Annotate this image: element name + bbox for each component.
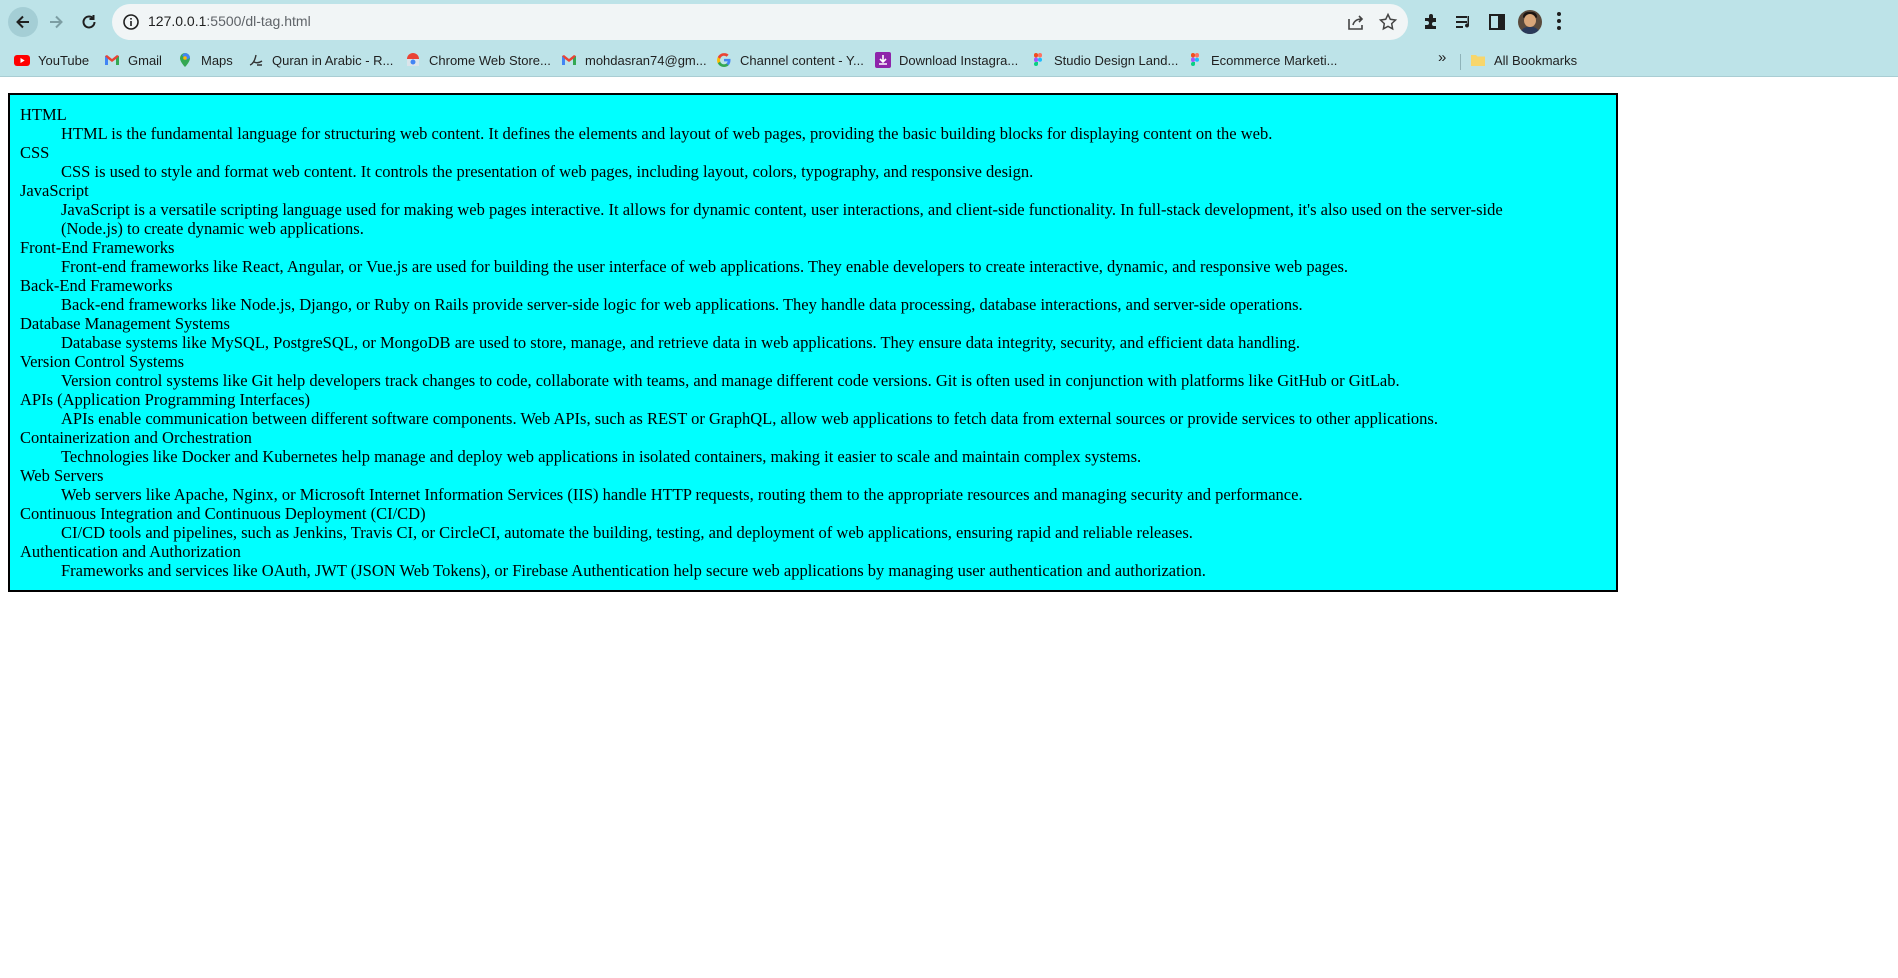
term-7: APIs (Application Programming Interfaces… [20,390,311,409]
term-0: HTML [20,105,67,124]
term-10: Continuous Integration and Continuous De… [20,504,426,523]
bookmark-label: Chrome Web Store... [429,52,551,68]
url-host: 127.0.0.1 [148,13,207,29]
arrow-right-icon [50,15,63,29]
url-path: :5500/dl-tag.html [206,13,311,29]
page-viewport: HTML HTML is the fundamental language for… [0,77,1898,978]
quran-icon [249,54,263,66]
download-icon [875,52,891,68]
bookmark-chrome-web-store[interactable]: Chrome Web Store... [405,50,551,70]
term-2: JavaScript [20,181,89,200]
term-6: Version Control Systems [20,352,185,371]
definition-8: Technologies like Docker and Kubernetes … [61,447,1142,466]
term-8: Containerization and Orchestration [20,428,252,447]
bookmarks-bar: YouTube Gmail Maps Quran in Arabic - R..… [0,44,1898,77]
definition-3: Front-end frameworks like React, Angular… [61,257,1349,276]
definition-6: Version control systems like Git help de… [61,371,1400,390]
menu-kebab-icon[interactable] [1556,12,1562,32]
url-text[interactable]: 127.0.0.1:5500/dl-tag.html [148,13,311,29]
definition-9: Web servers like Apache, Nginx, or Micro… [61,485,1303,504]
all-bookmarks-folder[interactable]: All Bookmarks [1470,50,1577,70]
site-info-icon[interactable] [122,13,140,31]
definition-2: JavaScript is a versatile scripting lang… [61,200,1503,238]
side-panel-icon [1489,14,1505,30]
definition-11: Frameworks and services like OAuth, JWT … [61,561,1206,580]
definition-5: Database systems like MySQL, PostgreSQL,… [61,333,1300,352]
term-11: Authentication and Authorization [20,542,241,561]
media-controls-button[interactable] [1453,11,1475,33]
bookmark-label: Studio Design Land... [1054,52,1179,68]
profile-avatar[interactable] [1518,10,1542,34]
more-bookmarks-button[interactable]: » [1438,49,1446,66]
bookmark-studio-design[interactable]: Studio Design Land... [1030,50,1178,70]
bookmark-ecommerce[interactable]: Ecommerce Marketi... [1187,50,1337,70]
term-3: Front-End Frameworks [20,238,175,257]
bookmark-mohdasran[interactable]: mohdasran74@gm... [561,50,707,70]
bookmark-label: Ecommerce Marketi... [1211,52,1338,68]
figma-icon [1191,53,1199,66]
arrow-left-icon [16,15,29,29]
term-4: Back-End Frameworks [20,276,173,295]
bookmarks-divider [1460,54,1461,70]
definition-0: HTML is the fundamental language for str… [61,124,1273,143]
gmail-icon [562,55,576,65]
bookmark-download-instagram[interactable]: Download Instagra... [875,50,1018,70]
forward-button[interactable] [41,7,71,37]
term-5: Database Management Systems [20,314,230,333]
reload-button[interactable] [74,7,104,37]
extensions-button[interactable] [1420,11,1442,33]
bookmark-youtube[interactable]: YouTube [14,50,89,70]
bookmark-label: Quran in Arabic - R... [272,52,394,68]
gmail-icon [105,55,119,65]
back-button[interactable] [8,7,38,37]
definition-10: CI/CD tools and pipelines, such as Jenki… [61,523,1193,542]
definition-7: APIs enable communication between differ… [61,409,1438,428]
all-bookmarks-label: All Bookmarks [1494,52,1578,68]
bookmark-label: Gmail [128,52,162,68]
maps-icon [180,53,190,67]
bookmark-gmail[interactable]: Gmail [104,50,162,70]
definition-list: HTML HTML is the fundamental language for… [8,93,1618,592]
bookmark-quran[interactable]: Quran in Arabic - R... [248,50,393,70]
figma-icon [1034,53,1042,66]
share-icon[interactable] [1346,12,1366,32]
puzzle-icon [1425,14,1436,29]
browser-toolbar: 127.0.0.1:5500/dl-tag.html [0,0,1898,44]
term-1: CSS [20,143,50,162]
youtube-icon [14,55,30,66]
folder-icon [1471,55,1485,66]
side-panel-button[interactable] [1486,11,1508,33]
definition-4: Back-end frameworks like Node.js, Django… [61,295,1303,314]
bookmark-label: Download Instagra... [899,52,1019,68]
bookmark-label: Maps [201,52,233,68]
bookmark-channel-content[interactable]: Channel content - Y... [716,50,864,70]
bookmark-label: Channel content - Y... [740,52,864,68]
reload-icon [82,15,96,29]
bookmark-maps[interactable]: Maps [177,50,233,70]
playlist-icon [1456,16,1470,28]
bookmark-label: YouTube [38,52,90,68]
address-bar[interactable]: 127.0.0.1:5500/dl-tag.html [112,4,1408,40]
google-icon [717,53,731,68]
bookmark-label: mohdasran74@gm... [585,52,707,68]
chrome-web-store-icon [407,53,419,66]
term-9: Web Servers [20,466,104,485]
bookmark-star-icon[interactable] [1378,12,1398,32]
definition-1: CSS is used to style and format web cont… [61,162,1034,181]
